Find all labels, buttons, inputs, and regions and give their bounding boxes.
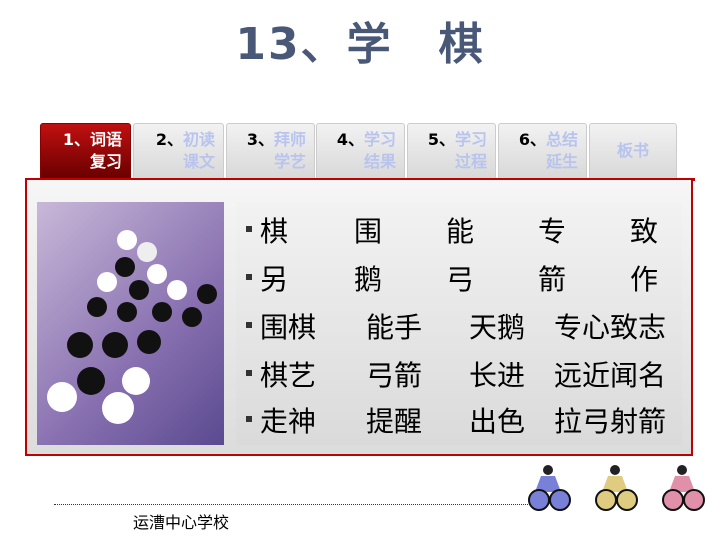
tab-learning-result[interactable]: 4、学习结果	[316, 123, 405, 178]
word: 另	[260, 263, 289, 296]
cyclist-icon-blue	[528, 465, 571, 511]
tab-label: 课文	[182, 152, 215, 171]
tab-label: 词语	[89, 130, 122, 149]
tab-first-reading[interactable]: 2、初读课文	[133, 123, 224, 178]
word: 棋	[260, 215, 289, 248]
word-row: 另鹅弓箭作	[236, 258, 682, 298]
go-game-photo	[37, 202, 224, 445]
tab-label: 延生	[545, 152, 578, 171]
tab-label: 学艺	[273, 152, 306, 171]
tab-label: 板书	[616, 141, 649, 160]
tab-number: 1、	[62, 130, 90, 149]
word: 专心致志	[554, 311, 667, 344]
word: 棋艺	[260, 359, 317, 392]
vocabulary-box: 棋围能专致 另鹅弓箭作 围棋 能手 天鹅 专心致志 棋艺 弓箭 长进 远近闻名 走神 提醒 出色…	[236, 202, 682, 445]
word-row: 棋艺 弓箭 长进 远近闻名	[236, 354, 682, 394]
school-name: 运漕中心学校	[133, 513, 230, 532]
footer-divider	[54, 504, 530, 505]
word-row: 走神 提醒 出色 拉弓射箭	[236, 400, 682, 440]
tab-vocabulary-review[interactable]: 1、词语复习	[40, 123, 131, 178]
word: 能手	[366, 311, 423, 344]
tab-label: 过程	[454, 152, 487, 171]
word: 专	[538, 215, 567, 248]
tab-label: 总结	[545, 130, 578, 149]
tab-blackboard[interactable]: 板书	[589, 123, 677, 178]
word: 出色	[469, 405, 526, 438]
word: 围	[354, 215, 383, 248]
tab-label: 初读	[182, 130, 215, 149]
word: 弓	[446, 263, 475, 296]
cyclist-icon-pink	[662, 465, 705, 511]
page-title: 13、学 棋	[235, 19, 485, 70]
word: 天鹅	[469, 311, 526, 344]
tab-label: 学习	[363, 130, 396, 149]
word-row: 围棋 能手 天鹅 专心致志	[236, 306, 682, 346]
word-row: 棋围能专致	[236, 210, 682, 250]
word: 能	[446, 215, 475, 248]
word: 作	[630, 263, 659, 296]
tab-number: 6、	[518, 130, 546, 149]
tab-summary[interactable]: 6、总结延生	[498, 123, 587, 178]
word: 致	[630, 215, 659, 248]
tab-label: 学习	[454, 130, 487, 149]
tab-number: 3、	[246, 130, 274, 149]
word: 围棋	[260, 311, 317, 344]
tab-label: 结果	[363, 152, 396, 171]
cyclist-icon-yellow	[595, 465, 638, 511]
word: 长进	[469, 359, 526, 392]
word: 拉弓射箭	[554, 405, 667, 438]
word: 远近闻名	[554, 359, 667, 392]
word: 鹅	[354, 263, 383, 296]
tab-learning-process[interactable]: 5、学习过程	[407, 123, 496, 178]
tab-number: 5、	[427, 130, 455, 149]
word: 箭	[538, 263, 567, 296]
word: 提醒	[366, 405, 423, 438]
tab-learn-from-master[interactable]: 3、拜师学艺	[226, 123, 315, 178]
tab-label: 复习	[89, 152, 122, 171]
tab-label: 拜师	[273, 130, 306, 149]
word: 弓箭	[366, 359, 423, 392]
tab-number: 4、	[336, 130, 364, 149]
word: 走神	[260, 405, 317, 438]
tab-number: 2、	[155, 130, 183, 149]
